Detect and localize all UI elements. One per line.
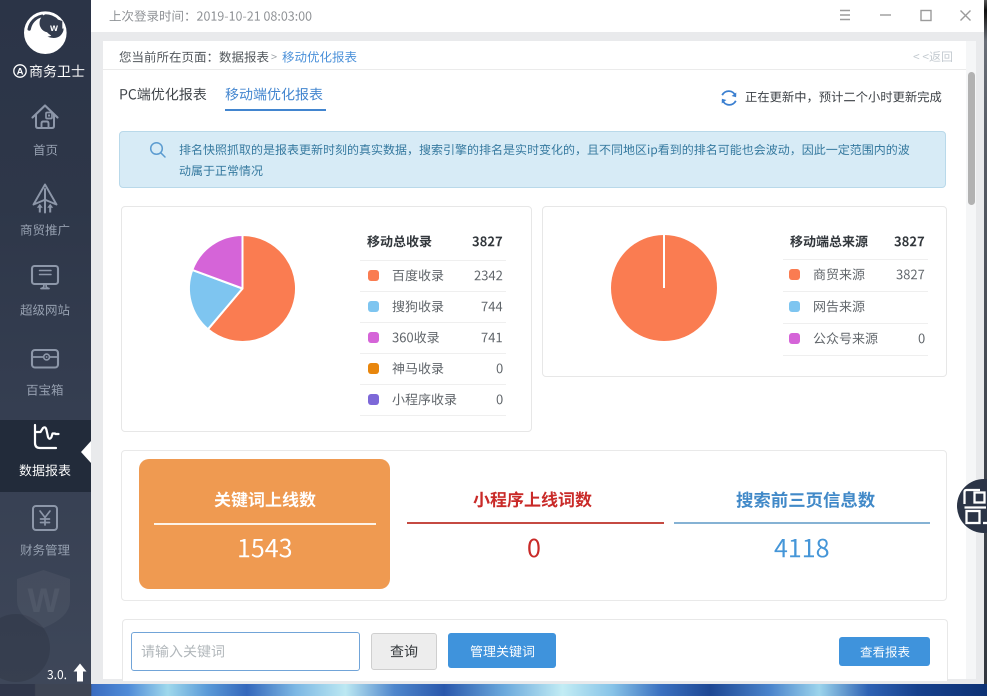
svg-text:A: A bbox=[17, 67, 24, 78]
svg-text:W: W bbox=[27, 582, 60, 620]
svg-text:w: w bbox=[49, 23, 58, 34]
